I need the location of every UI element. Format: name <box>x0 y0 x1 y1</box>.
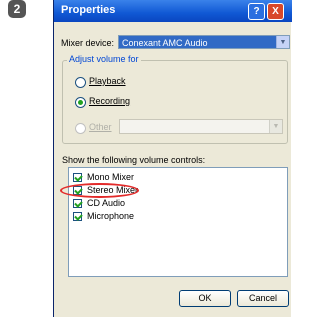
ok-button[interactable]: OK <box>179 290 231 307</box>
adjust-volume-legend: Adjust volume for <box>67 54 141 64</box>
mono-mixer-checkbox[interactable] <box>73 173 82 182</box>
title-bar[interactable]: Properties ? X <box>54 0 292 22</box>
recording-label[interactable]: Recording <box>89 96 130 106</box>
volume-controls-label: Show the following volume controls: <box>62 155 206 165</box>
microphone-checkbox[interactable] <box>73 212 82 221</box>
dialog-title: Properties <box>61 4 116 16</box>
chevron-down-icon[interactable]: ▼ <box>276 36 289 48</box>
step-number-badge: 2 <box>8 0 26 18</box>
mixer-device-select[interactable]: Conexant AMC Audio ▼ <box>118 35 290 49</box>
close-button[interactable]: X <box>267 3 284 20</box>
other-radio[interactable] <box>75 123 86 134</box>
mixer-device-value: Conexant AMC Audio <box>122 38 208 48</box>
cd-audio-label[interactable]: CD Audio <box>87 198 125 208</box>
chevron-down-icon[interactable]: ▼ <box>269 120 282 133</box>
properties-dialog: Properties ? X Mixer device: Conexant AM… <box>53 0 292 317</box>
playback-radio[interactable] <box>75 77 86 88</box>
other-label[interactable]: Other <box>89 122 112 132</box>
other-device-select[interactable]: ▼ <box>119 119 283 134</box>
help-button[interactable]: ? <box>248 3 265 20</box>
highlight-ellipse <box>60 183 139 198</box>
mono-mixer-label[interactable]: Mono Mixer <box>87 172 134 182</box>
microphone-label[interactable]: Microphone <box>87 211 134 221</box>
mixer-device-label: Mixer device: <box>61 38 115 48</box>
adjust-volume-group: Adjust volume for Playback Recording Oth… <box>62 54 288 144</box>
recording-radio[interactable] <box>75 97 86 108</box>
playback-label[interactable]: Playback <box>89 76 126 86</box>
cd-audio-checkbox[interactable] <box>73 199 82 208</box>
cancel-button[interactable]: Cancel <box>237 290 289 307</box>
